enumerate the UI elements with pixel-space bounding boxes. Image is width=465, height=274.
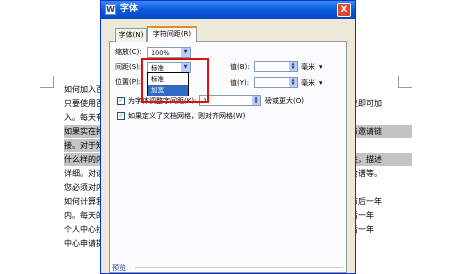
spacing-label: 间距(S): [115, 63, 142, 71]
chevron-down-icon[interactable]: ▼ [180, 48, 190, 57]
dialog-title: 字体 [120, 4, 139, 14]
dialog-titlebar[interactable]: W 字体 X [101, 1, 355, 19]
margin-corner-right [398, 76, 412, 88]
spacing-amount-label: 值(B): [230, 63, 250, 71]
preview-divider [135, 267, 343, 268]
grid-label: 如果定义了文档网格，则对齐网格(W) [128, 112, 246, 120]
position-amount-label: 值(Y): [230, 79, 250, 87]
spin-arrows-icon[interactable]: ▲ ▼ [289, 62, 297, 71]
position-label: 位置(P): [115, 78, 142, 86]
kerning-checkbox[interactable]: ✓ [117, 97, 125, 105]
spin-arrows-icon[interactable]: ▲ ▼ [289, 78, 297, 87]
position-amount-input[interactable]: ▲ ▼ [254, 77, 298, 88]
app-icon: W [105, 4, 116, 15]
font-dialog: W 字体 X 字体(N) 字符间距(R) 缩放(C): 100% ▼ 间距(S)… [100, 0, 356, 274]
margin-corner-left [40, 76, 54, 88]
scale-value: 100% [151, 49, 170, 57]
close-button[interactable]: X [337, 3, 351, 17]
tab-font[interactable]: 字体(N) [115, 28, 147, 42]
scale-label: 缩放(C): [115, 48, 142, 56]
tab-character-spacing[interactable]: 字符间距(R) [147, 26, 197, 42]
position-unit: 毫米 [301, 79, 315, 87]
grid-checkbox[interactable]: ✓ [117, 112, 125, 120]
spacing-amount-input[interactable]: ▲ ▼ [254, 61, 298, 72]
spacing-unit-arrow-icon[interactable]: ▾ [319, 63, 323, 72]
scale-select[interactable]: 100% ▼ [147, 47, 191, 58]
spacing-unit: 毫米 [301, 63, 315, 71]
spin-arrows-icon[interactable]: ▲ ▼ [252, 96, 260, 105]
kerning-suffix: 磅或更大(O) [265, 97, 304, 105]
position-unit-arrow-icon[interactable]: ▾ [319, 79, 323, 88]
preview-label: 预览 [112, 264, 126, 272]
highlight-annotation-box [141, 58, 209, 103]
